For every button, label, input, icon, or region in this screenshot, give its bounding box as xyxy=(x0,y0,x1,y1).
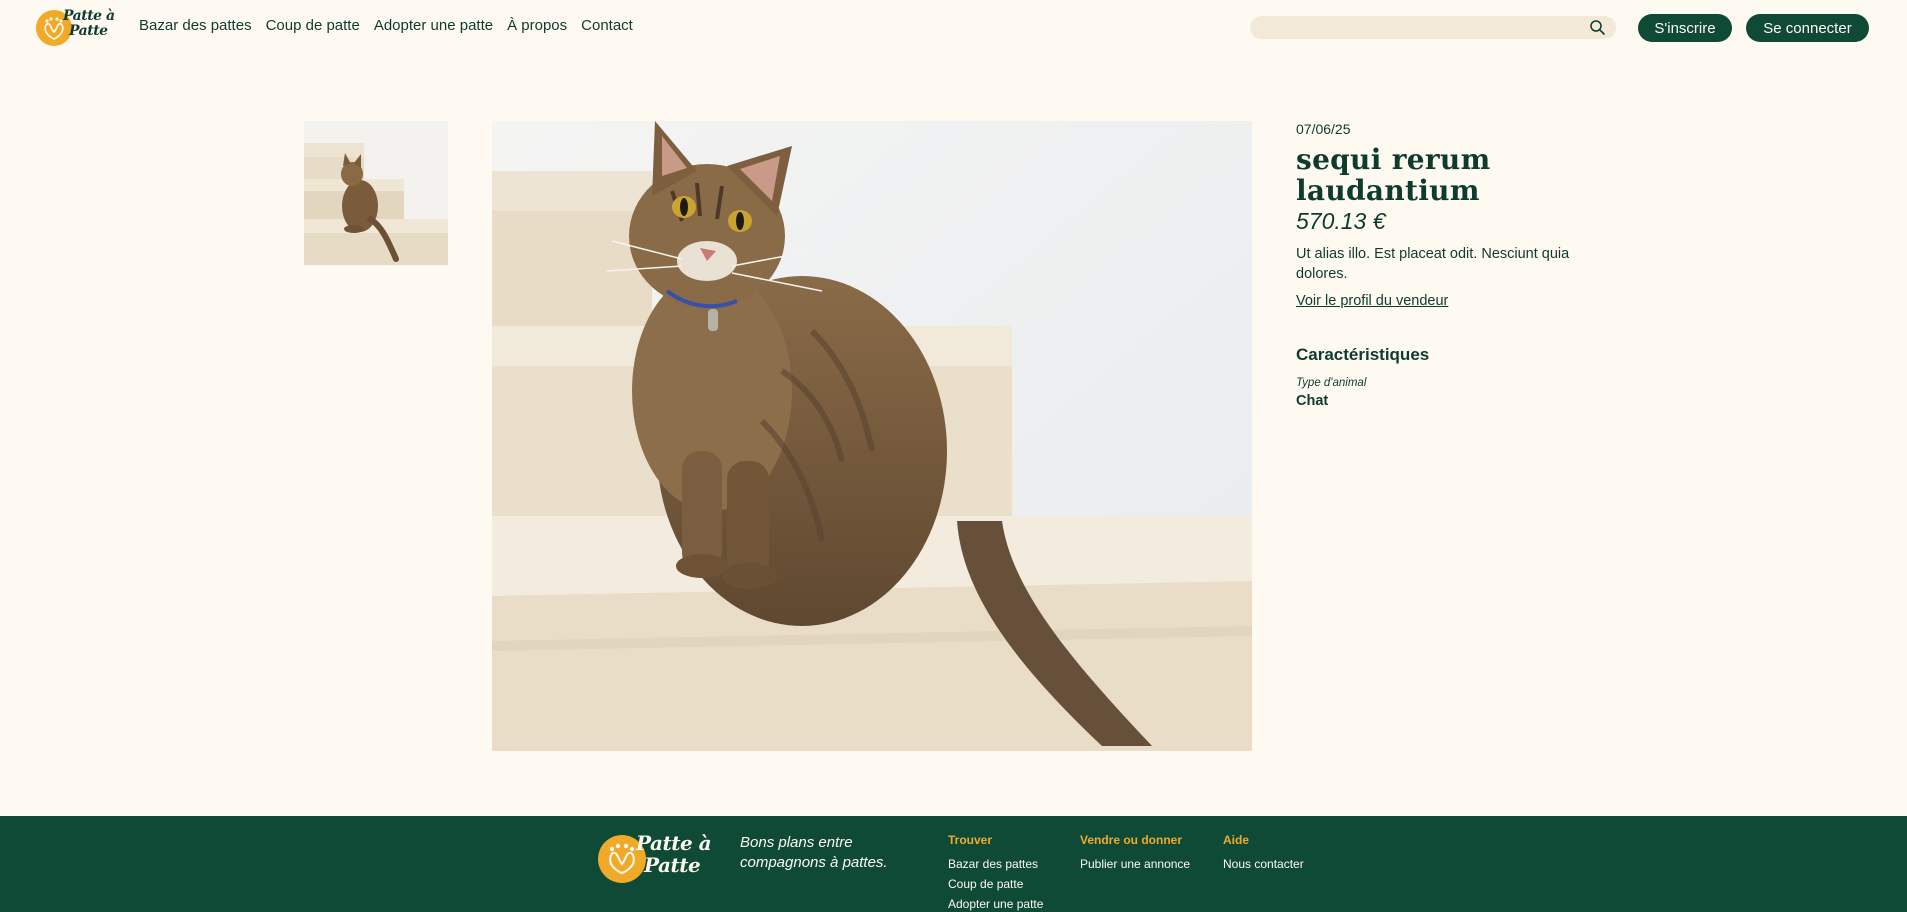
footer-link-coup-de-patte[interactable]: Coup de patte xyxy=(948,874,1043,894)
product-description: Ut alias illo. Est placeat odit. Nesciun… xyxy=(1296,246,1570,282)
footer-column-trouver: Trouver Bazar des pattes Coup de patte A… xyxy=(948,833,1043,912)
footer-column-aide: Aide Nous contacter xyxy=(1223,833,1304,874)
cat-thumbnail-image xyxy=(304,121,448,265)
specs-heading: Caractéristiques xyxy=(1296,345,1430,364)
listing-date: 07/06/25 xyxy=(1296,121,1351,137)
footer-logo-line1: Patte à xyxy=(636,831,712,855)
nav-link-a-propos[interactable]: À propos xyxy=(507,17,567,34)
search-icon[interactable] xyxy=(1589,19,1606,36)
cat-photo xyxy=(492,121,1252,751)
product-price: 570.13 € xyxy=(1296,208,1386,234)
spec-value-animal-type: Chat xyxy=(1296,393,1329,409)
site-header: Patte à Patte Bazar des pattes Coup de p… xyxy=(0,0,1907,54)
spec-label-animal-type: Type d'animal xyxy=(1296,377,1367,389)
footer-logo-line2: Patte xyxy=(644,853,701,877)
search-bar xyxy=(1250,16,1616,39)
footer-link-publier[interactable]: Publier une annonce xyxy=(1080,854,1190,874)
nav-link-adopter[interactable]: Adopter une patte xyxy=(374,17,493,34)
footer-link-bazar[interactable]: Bazar des pattes xyxy=(948,854,1043,874)
footer-tagline: Bons plans entre compagnons à pattes. xyxy=(740,834,888,871)
footer-column-title: Aide xyxy=(1223,833,1250,847)
footer-logo-text: Patte à Patte xyxy=(636,832,726,876)
signup-button[interactable]: S'inscrire xyxy=(1638,14,1732,42)
product-thumbnail[interactable] xyxy=(304,121,448,265)
login-button[interactable]: Se connecter xyxy=(1746,14,1869,42)
logo-text-line2: Patte xyxy=(69,23,108,39)
logo-text: Patte à Patte xyxy=(63,9,125,39)
logo-text-line1: Patte à xyxy=(63,8,115,24)
product-main-image xyxy=(492,121,1252,751)
main-nav: Bazar des pattes Coup de patte Adopter u… xyxy=(139,17,633,34)
footer-link-adopter[interactable]: Adopter une patte xyxy=(948,894,1043,912)
seller-profile-link[interactable]: Voir le profil du vendeur xyxy=(1296,293,1448,309)
footer-link-contacter[interactable]: Nous contacter xyxy=(1223,854,1304,874)
footer-column-title: Trouver xyxy=(948,833,993,847)
nav-link-contact[interactable]: Contact xyxy=(581,17,633,34)
site-footer: Patte à Patte Bons plans entre compagnon… xyxy=(0,816,1907,912)
site-logo[interactable]: Patte à Patte xyxy=(36,8,120,48)
footer-column-vendre: Vendre ou donner Publier une annonce xyxy=(1080,833,1190,874)
search-input[interactable] xyxy=(1260,18,1570,37)
nav-link-bazar[interactable]: Bazar des pattes xyxy=(139,17,252,34)
nav-link-coup-de-patte[interactable]: Coup de patte xyxy=(266,17,360,34)
footer-logo[interactable]: Patte à Patte xyxy=(598,832,718,888)
product-title: sequi rerum laudantium xyxy=(1296,143,1491,207)
footer-column-title: Vendre ou donner xyxy=(1080,833,1183,847)
product-info: 07/06/25 sequi rerum laudantium 570.13 €… xyxy=(1296,121,1596,409)
